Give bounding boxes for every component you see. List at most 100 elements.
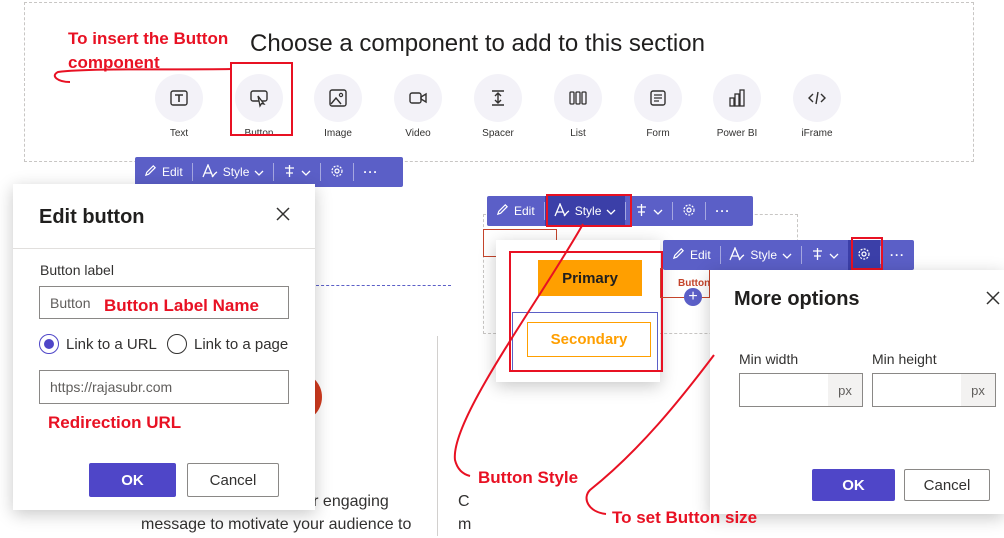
ok-button[interactable]: OK [89, 463, 176, 497]
annotation-button-style: Button Style [478, 468, 579, 487]
section-divider [316, 285, 451, 286]
panel-title: Edit button [39, 206, 145, 228]
edit-button[interactable]: Edit [135, 157, 192, 187]
chevron-down-icon [829, 248, 839, 262]
background-fragment: C [458, 493, 470, 510]
style-label: Style [222, 165, 250, 179]
style-button[interactable]: Style [193, 157, 274, 187]
component-label: Spacer [482, 128, 514, 139]
component-image[interactable]: Image [298, 74, 378, 139]
cancel-button[interactable]: Cancel [187, 463, 279, 497]
spacer-icon [474, 74, 522, 122]
background-fragment: m [458, 516, 472, 533]
gear-icon [330, 164, 344, 181]
url-input[interactable]: https://rajasubr.com [39, 370, 289, 404]
chevron-down-icon [653, 204, 663, 218]
add-section-plus-icon[interactable]: + [684, 288, 702, 306]
pencil-icon [144, 164, 157, 180]
ok-button[interactable]: OK [812, 469, 895, 501]
list-icon [554, 74, 602, 122]
video-icon [394, 74, 442, 122]
radio-label: Link to a URL [66, 335, 157, 353]
more-icon: ··· [890, 248, 905, 262]
form-icon [634, 74, 682, 122]
annotation-redirection-url: Redirection URL [48, 413, 182, 432]
panel-divider [13, 248, 315, 249]
settings-button[interactable] [673, 196, 705, 226]
highlight-style-button [546, 194, 632, 227]
align-button[interactable] [802, 240, 848, 270]
component-text[interactable]: Text [139, 74, 219, 139]
annotation-button-size: To set Button size [612, 508, 758, 527]
image-icon [314, 74, 362, 122]
style-icon [202, 162, 218, 181]
min-height-input[interactable]: px [872, 373, 996, 407]
background-line: message to motivate your audience to [141, 516, 412, 533]
component-label: iFrame [801, 128, 833, 139]
edit-button-panel: Edit button Button label Button Button L… [13, 184, 315, 510]
unit-suffix: px [961, 374, 995, 406]
url-value: https://rajasubr.com [50, 379, 173, 395]
component-label: List [570, 128, 586, 139]
edit-label: Edit [514, 204, 535, 218]
edit-label: Edit [162, 165, 183, 179]
style-icon [729, 245, 745, 264]
close-icon[interactable] [986, 291, 1000, 310]
min-width-label: Min width [739, 351, 799, 367]
align-button[interactable] [626, 196, 672, 226]
annotation-insert-button: To insert the Button component [68, 27, 228, 75]
link-to-url-radio[interactable]: Link to a URL [39, 334, 157, 354]
radio-label: Link to a page [194, 335, 289, 353]
more-button[interactable]: ··· [881, 240, 914, 270]
radio-unselected-icon [167, 334, 187, 354]
power-bi-icon [713, 74, 761, 122]
more-button[interactable]: ··· [706, 196, 739, 226]
edit-label: Edit [690, 248, 711, 262]
component-iframe[interactable]: iFrame [777, 74, 857, 139]
link-to-page-radio[interactable]: Link to a page [167, 334, 288, 354]
gear-icon [682, 203, 696, 220]
align-icon [635, 203, 648, 220]
component-form[interactable]: Form [618, 74, 698, 139]
highlight-style-options [509, 251, 663, 372]
min-width-input[interactable]: px [739, 373, 863, 407]
chevron-down-icon [254, 165, 264, 179]
highlight-button-component [230, 62, 293, 136]
more-options-panel: More options Min width Min height px px … [710, 270, 1004, 514]
button-label-caption: Button label [40, 262, 114, 278]
settings-button[interactable] [321, 157, 353, 187]
unit-suffix: px [828, 374, 862, 406]
annotation-button-label-name: Button Label Name [104, 296, 259, 315]
align-icon [811, 247, 824, 264]
component-list[interactable]: List [538, 74, 618, 139]
more-icon: ··· [363, 165, 379, 179]
edit-button[interactable]: Edit [487, 196, 544, 226]
annotation-line: component [68, 53, 160, 72]
pencil-icon [496, 203, 509, 219]
component-label: Text [169, 128, 189, 139]
component-spacer[interactable]: Spacer [458, 74, 538, 139]
text-icon [155, 74, 203, 122]
annotation-line: To insert the Button [68, 29, 229, 48]
more-icon: ··· [715, 204, 731, 218]
highlight-settings-button [851, 237, 883, 270]
pencil-icon [672, 247, 685, 263]
style-button[interactable]: Style [720, 240, 801, 270]
style-label: Style [750, 248, 778, 262]
min-height-value[interactable] [873, 374, 961, 406]
chevron-down-icon [782, 248, 792, 262]
component-video[interactable]: Video [378, 74, 458, 139]
webpart-toolbar: Edit Style ··· [135, 157, 403, 187]
min-height-label: Min height [872, 351, 937, 367]
min-width-value[interactable] [740, 374, 828, 406]
column-divider [437, 336, 438, 536]
close-icon[interactable] [275, 206, 291, 227]
more-button[interactable]: ··· [354, 157, 387, 187]
align-button[interactable] [274, 157, 320, 187]
component-label: Image [324, 128, 352, 139]
component-power-bi[interactable]: Power BI [697, 74, 777, 139]
cancel-button[interactable]: Cancel [904, 469, 990, 501]
edit-button[interactable]: Edit [663, 240, 720, 270]
button-label-value: Button [50, 294, 91, 311]
panel-title: More options [734, 288, 860, 310]
